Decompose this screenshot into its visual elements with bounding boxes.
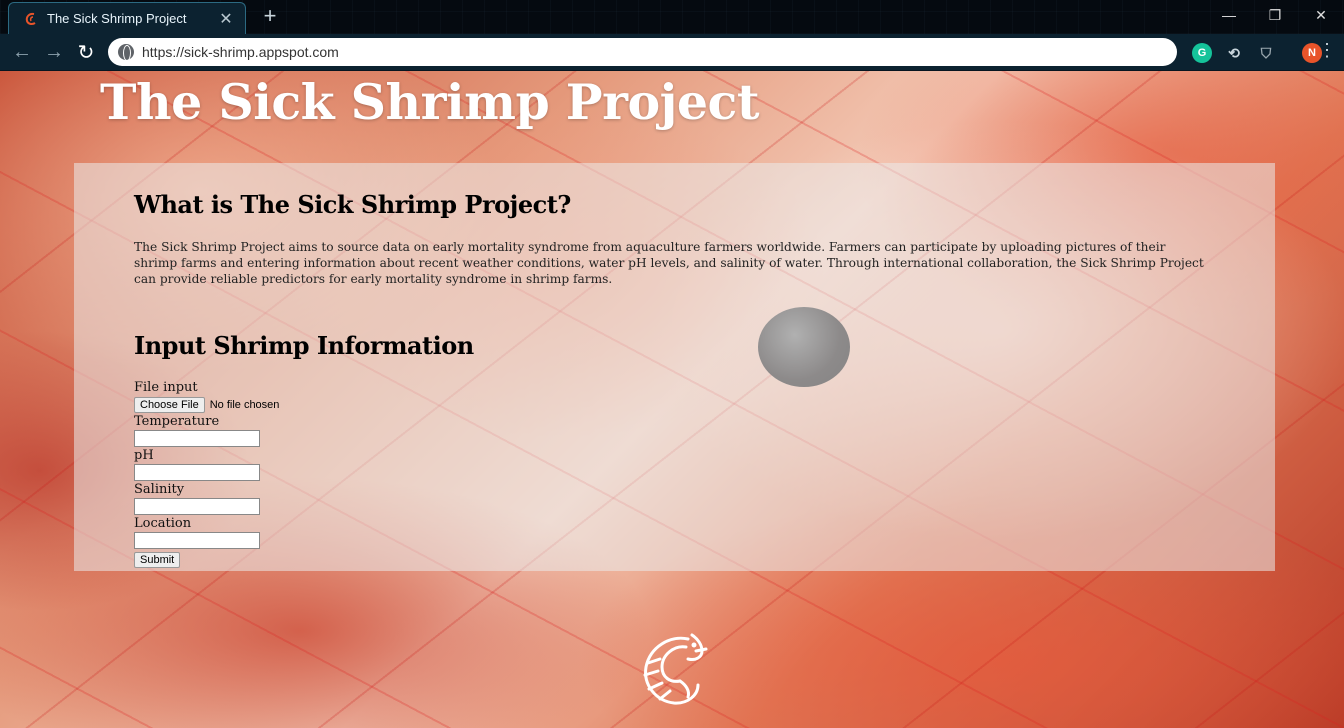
submit-button[interactable]: Submit (134, 552, 181, 568)
globe-icon (118, 44, 134, 61)
close-window-icon[interactable]: ✕ (1298, 0, 1344, 30)
location-input[interactable] (134, 532, 260, 549)
tab-title: The Sick Shrimp Project (47, 11, 187, 26)
page-content: The Sick Shrimp Project What is The Sick… (0, 71, 1344, 728)
shield-extension-icon[interactable]: ⛉ (1256, 43, 1276, 63)
reload-icon[interactable]: ↻ (74, 40, 98, 64)
file-input: Choose File No file chosen (134, 396, 434, 413)
input-heading: Input Shrimp Information (134, 331, 474, 360)
about-text: The Sick Shrimp Project aims to source d… (134, 240, 1204, 286)
url-text: https://sick-shrimp.appspot.com (142, 44, 339, 60)
close-tab-icon[interactable]: ✕ (217, 9, 235, 29)
shrimp-info-form: File input Choose File No file chosen Te… (134, 380, 434, 568)
temperature-input[interactable] (134, 430, 260, 447)
salinity-input[interactable] (134, 498, 260, 515)
salinity-label: Salinity (134, 482, 185, 497)
new-tab-icon[interactable]: + (258, 5, 282, 27)
tab-strip: The Sick Shrimp Project ✕ + — ❐ ✕ (0, 0, 1344, 34)
about-heading: What is The Sick Shrimp Project? (134, 190, 571, 219)
shrimp-favicon-icon (23, 11, 39, 27)
restore-icon[interactable]: ❐ (1252, 0, 1298, 30)
site-title: The Sick Shrimp Project (100, 73, 760, 131)
window-controls: — ❐ ✕ (1206, 0, 1344, 30)
address-bar[interactable]: https://sick-shrimp.appspot.com (108, 38, 1177, 66)
temperature-label: Temperature (134, 414, 220, 429)
ph-input[interactable] (134, 464, 260, 481)
minimize-icon[interactable]: — (1206, 0, 1252, 30)
menu-icon[interactable]: ⋮ (1318, 40, 1336, 61)
browser-tab[interactable]: The Sick Shrimp Project ✕ (8, 2, 246, 34)
browser-toolbar: ← → ↻ https://sick-shrimp.appspot.com G … (0, 34, 1344, 71)
back-icon[interactable]: ← (10, 40, 34, 64)
grammarly-extension-icon[interactable]: G (1192, 43, 1212, 63)
extension-icon[interactable]: ⟲ (1224, 43, 1244, 63)
ph-label: pH (134, 448, 154, 463)
choose-file-button[interactable]: Choose File (134, 396, 205, 413)
file-input-label: File input (134, 380, 198, 395)
shrimp-logo-icon (640, 629, 710, 709)
file-status: No file chosen (209, 398, 280, 411)
content-panel: What is The Sick Shrimp Project? The Sic… (74, 163, 1275, 571)
location-label: Location (134, 516, 192, 531)
forward-icon[interactable]: → (42, 40, 66, 64)
